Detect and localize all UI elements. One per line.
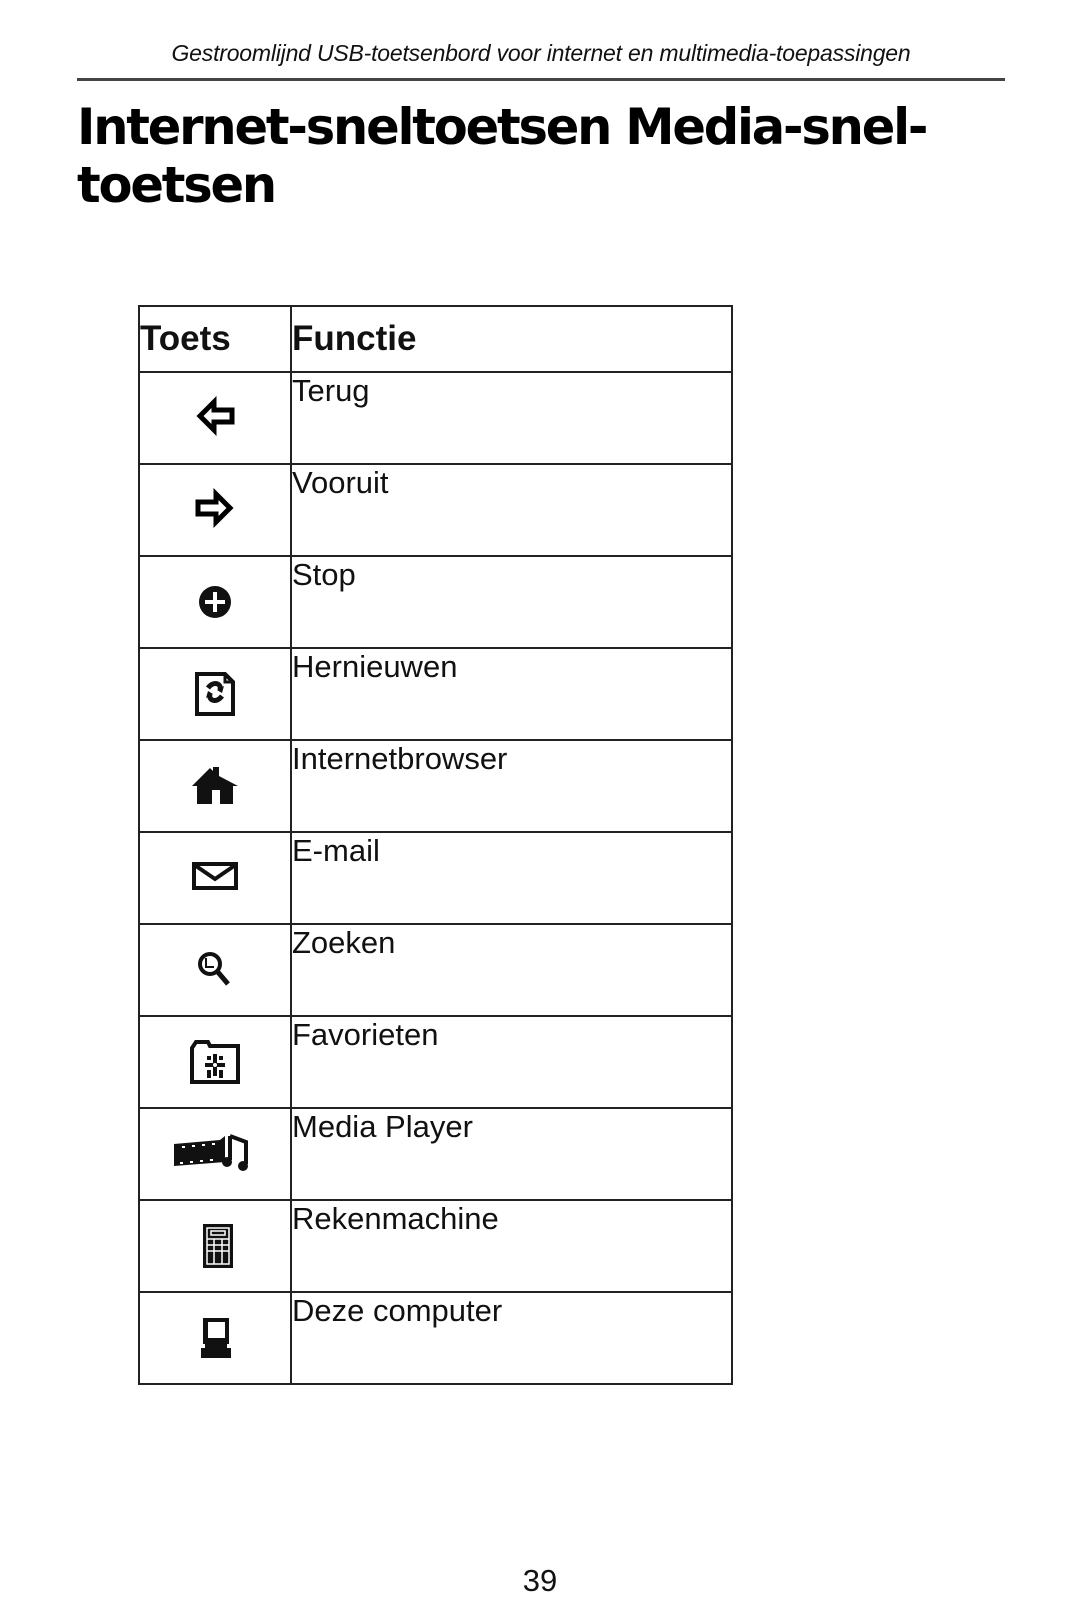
back-arrow-icon — [170, 386, 260, 446]
function-label: Deze computer — [290, 1291, 733, 1385]
page-number: 39 — [522, 1563, 558, 1598]
key-cell — [138, 739, 292, 833]
running-header: Gestroomlijnd USB-toetsenbord voor inter… — [171, 40, 911, 66]
table-row: Favorieten — [138, 1015, 733, 1109]
media-player-icon — [170, 1122, 260, 1182]
key-cell — [138, 923, 292, 1017]
header-divider — [77, 78, 1005, 81]
forward-arrow-icon — [170, 478, 260, 538]
shortcut-keys-table: Toets Functie Terug Vooruit Stop Hernieu… — [138, 305, 733, 1385]
page-title-line-1: Internet-sneltoetsen Media-snel- — [77, 98, 928, 156]
page-title: Internet-sneltoetsen Media-snel- toetsen — [77, 98, 1008, 214]
column-header-function: Functie — [290, 305, 733, 373]
page-title-line-2: toetsen — [77, 156, 277, 214]
table-row: E-mail — [138, 831, 733, 925]
function-label: Rekenmachine — [290, 1199, 733, 1293]
function-label: Terug — [290, 371, 733, 465]
key-cell — [138, 463, 292, 557]
favorites-folder-icon — [170, 1030, 260, 1090]
table-row: Stop — [138, 555, 733, 649]
function-label: Internetbrowser — [290, 739, 733, 833]
key-cell — [138, 555, 292, 649]
function-label: Media Player — [290, 1107, 733, 1201]
function-label: Vooruit — [290, 463, 733, 557]
function-label: Hernieuwen — [290, 647, 733, 741]
key-cell — [138, 371, 292, 465]
table-row: Zoeken — [138, 923, 733, 1017]
refresh-icon — [170, 662, 260, 722]
search-icon — [170, 938, 260, 998]
key-cell — [138, 1291, 292, 1385]
key-cell — [138, 831, 292, 925]
key-cell — [138, 647, 292, 741]
function-label: Zoeken — [290, 923, 733, 1017]
table-row: Hernieuwen — [138, 647, 733, 741]
column-header-key: Toets — [138, 305, 292, 373]
home-icon — [170, 754, 260, 814]
key-cell — [138, 1107, 292, 1201]
key-cell — [138, 1199, 292, 1293]
table-row: Rekenmachine — [138, 1199, 733, 1293]
table-row: Media Player — [138, 1107, 733, 1201]
key-cell — [138, 1015, 292, 1109]
table-row: Internetbrowser — [138, 739, 733, 833]
table-row: Terug — [138, 371, 733, 465]
calculator-icon — [170, 1214, 260, 1274]
function-label: Stop — [290, 555, 733, 649]
function-label: Favorieten — [290, 1015, 733, 1109]
mail-icon — [170, 846, 260, 906]
table-row: Vooruit — [138, 463, 733, 557]
table-row: Deze computer — [138, 1291, 733, 1385]
function-label: E-mail — [290, 831, 733, 925]
my-computer-icon — [170, 1306, 260, 1366]
stop-icon — [170, 570, 260, 630]
table-header-row: Toets Functie — [138, 305, 733, 373]
